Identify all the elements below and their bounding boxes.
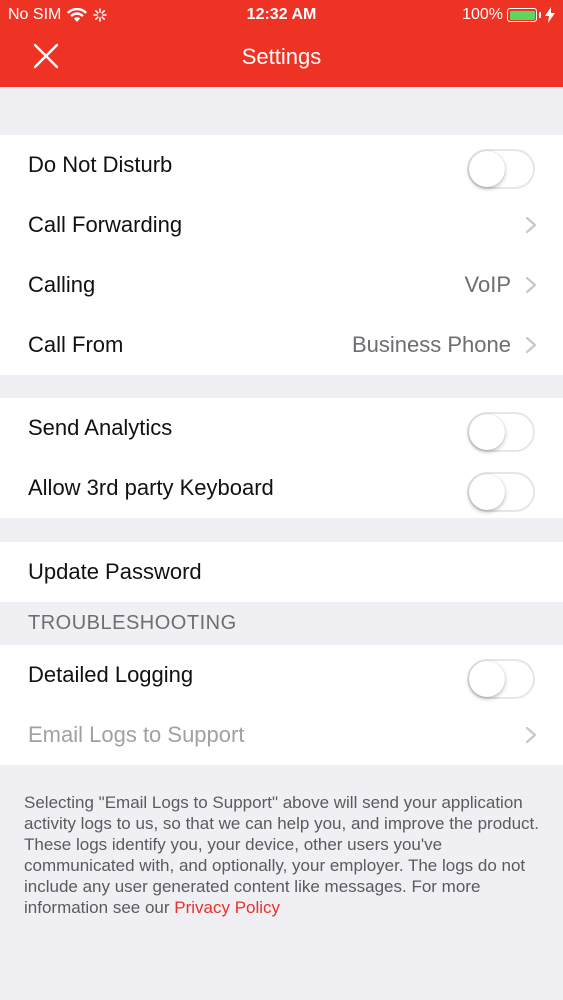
battery-icon (507, 8, 537, 22)
do-not-disturb-label: Do Not Disturb (28, 152, 173, 177)
call-from-row[interactable]: Call From Business Phone (0, 315, 563, 375)
send-analytics-toggle[interactable] (467, 412, 535, 452)
update-password-row[interactable]: Update Password (0, 542, 563, 602)
toggle-knob (469, 151, 505, 187)
email-logs-row[interactable]: Email Logs to Support (0, 705, 563, 765)
toggle-knob (469, 661, 505, 697)
chevron-right-icon (525, 216, 537, 234)
third-party-keyboard-label: Allow 3rd party Keyboard (28, 475, 274, 500)
account-section: Update Password (0, 542, 563, 602)
privacy-policy-link[interactable]: Privacy Policy (174, 898, 280, 917)
general-section: Do Not Disturb Call Forwarding Calling V… (0, 135, 563, 375)
call-from-value: Business Phone (352, 332, 511, 357)
calling-value: VoIP (464, 272, 511, 297)
status-bar: No SIM 12:32 AM 100% (0, 0, 563, 30)
detailed-logging-row[interactable]: Detailed Logging (0, 645, 563, 705)
do-not-disturb-row[interactable]: Do Not Disturb (0, 135, 563, 195)
charging-bolt-icon (545, 7, 555, 23)
logs-disclaimer: Selecting "Email Logs to Support" above … (24, 792, 544, 918)
call-from-label: Call From (28, 332, 124, 357)
detailed-logging-toggle[interactable] (467, 659, 535, 699)
third-party-keyboard-toggle[interactable] (467, 472, 535, 512)
status-right: 100% (462, 6, 555, 24)
call-forwarding-label: Call Forwarding (28, 212, 183, 237)
battery-cap (539, 12, 541, 18)
update-password-label: Update Password (28, 559, 202, 584)
chevron-right-icon (525, 336, 537, 354)
detailed-logging-label: Detailed Logging (28, 662, 194, 687)
chevron-right-icon (525, 276, 537, 294)
toggle-knob (469, 414, 505, 450)
calling-row[interactable]: Calling VoIP (0, 255, 563, 315)
disclaimer-text: Selecting "Email Logs to Support" above … (24, 793, 540, 917)
troubleshooting-section: Detailed Logging Email Logs to Support (0, 645, 563, 765)
send-analytics-row[interactable]: Send Analytics (0, 398, 563, 458)
do-not-disturb-toggle[interactable] (467, 149, 535, 189)
battery-fill (509, 10, 535, 20)
navigation-header: No SIM 12:32 AM 100% Settings (0, 0, 563, 87)
battery-percent: 100% (462, 6, 503, 23)
send-analytics-label: Send Analytics (28, 415, 173, 440)
privacy-section: Send Analytics Allow 3rd party Keyboard (0, 398, 563, 518)
toggle-knob (469, 474, 505, 510)
call-forwarding-row[interactable]: Call Forwarding (0, 195, 563, 255)
calling-label: Calling (28, 272, 96, 297)
email-logs-label: Email Logs to Support (28, 722, 245, 747)
third-party-keyboard-row[interactable]: Allow 3rd party Keyboard (0, 458, 563, 518)
chevron-right-icon (525, 726, 537, 744)
troubleshooting-header: TROUBLESHOOTING (28, 612, 237, 634)
page-title: Settings (241, 44, 322, 69)
